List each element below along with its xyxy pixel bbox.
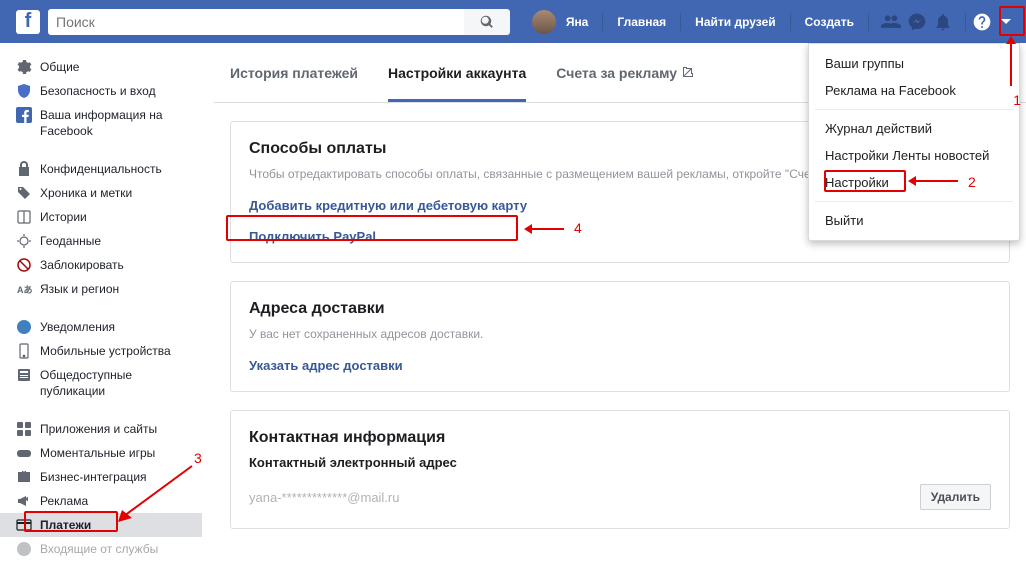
shipping-card: Адреса доставки У вас нет сохраненных ад…	[230, 281, 1010, 392]
shipping-subtitle: У вас нет сохраненных адресов доставки.	[249, 326, 991, 342]
tag-icon	[16, 185, 32, 201]
dd-logout[interactable]: Выйти	[809, 207, 1019, 234]
account-dropdown: Ваши группы Реклама на Facebook Журнал д…	[808, 43, 1020, 241]
tab-ad-invoices[interactable]: Счета за рекламу	[556, 47, 695, 102]
support-icon	[16, 541, 32, 557]
search-icon	[480, 15, 494, 29]
sidebar-security[interactable]: Безопасность и вход	[0, 79, 202, 103]
block-icon	[16, 257, 32, 273]
tab-account-settings[interactable]: Настройки аккаунта	[388, 47, 526, 102]
delete-email-button[interactable]: Удалить	[920, 484, 991, 510]
shield-icon	[16, 83, 32, 99]
sidebar-apps[interactable]: Приложения и сайты	[0, 417, 202, 441]
profile-link[interactable]: Яна	[562, 0, 599, 43]
sidebar-mobile[interactable]: Мобильные устройства	[0, 339, 202, 363]
friends-icon[interactable]	[879, 10, 903, 34]
shipping-title: Адреса доставки	[249, 300, 991, 318]
sidebar-public-posts[interactable]: Общедоступные публикации	[0, 363, 202, 403]
messenger-icon[interactable]	[905, 10, 929, 34]
dd-newsfeed-prefs[interactable]: Настройки Ленты новостей	[809, 142, 1019, 169]
add-address-link[interactable]: Указать адрес доставки	[249, 358, 991, 373]
dd-settings[interactable]: Настройки	[809, 169, 1019, 196]
dd-fb-ads[interactable]: Реклама на Facebook	[809, 77, 1019, 104]
gear-icon	[16, 59, 32, 75]
sidebar-blocking[interactable]: Заблокировать	[0, 253, 202, 277]
sidebar-notifications[interactable]: Уведомления	[0, 315, 202, 339]
help-icon[interactable]	[970, 10, 994, 34]
sidebar-ads[interactable]: Реклама	[0, 489, 202, 513]
search-button[interactable]	[464, 9, 510, 35]
sidebar-privacy[interactable]: Конфиденциальность	[0, 157, 202, 181]
notifications-icon[interactable]	[931, 10, 955, 34]
language-icon: Aあ	[16, 281, 32, 297]
sidebar-stories[interactable]: Истории	[0, 205, 202, 229]
sidebar-location[interactable]: Геоданные	[0, 229, 202, 253]
lock-icon	[16, 161, 32, 177]
feed-icon	[16, 367, 32, 383]
facebook-logo[interactable]: f	[16, 10, 40, 34]
svg-text:Aあ: Aあ	[17, 285, 32, 295]
external-link-icon	[683, 67, 695, 79]
book-icon	[16, 209, 32, 225]
contact-label: Контактный электронный адрес	[249, 455, 991, 470]
sidebar-timeline[interactable]: Хроника и метки	[0, 181, 202, 205]
sidebar-your-info[interactable]: Ваша информация на Facebook	[0, 103, 202, 143]
sidebar-instant-games[interactable]: Моментальные игры	[0, 441, 202, 465]
account-dropdown-button[interactable]	[994, 10, 1018, 34]
globe-icon	[16, 319, 32, 335]
search-input[interactable]	[48, 9, 464, 35]
avatar[interactable]	[532, 10, 556, 34]
sidebar: Общие Безопасность и вход Ваша информаци…	[0, 43, 206, 573]
dd-activity-log[interactable]: Журнал действий	[809, 115, 1019, 142]
sidebar-language[interactable]: AあЯзык и регион	[0, 277, 202, 301]
contact-email: yana-*************@mail.ru	[249, 490, 400, 505]
gamepad-icon	[16, 445, 32, 461]
megaphone-icon	[16, 493, 32, 509]
header: f Яна Главная Найти друзей Создать	[0, 0, 1026, 43]
header-right: Яна Главная Найти друзей Создать	[532, 0, 1026, 43]
contact-title: Контактная информация	[249, 429, 991, 447]
dd-your-groups[interactable]: Ваши группы	[809, 50, 1019, 77]
briefcase-icon	[16, 469, 32, 485]
sidebar-payments[interactable]: Платежи	[0, 513, 202, 537]
nav-find-friends[interactable]: Найти друзей	[685, 0, 785, 43]
card-icon	[16, 517, 32, 533]
nav-home[interactable]: Главная	[607, 0, 676, 43]
sidebar-general[interactable]: Общие	[0, 55, 202, 79]
apps-icon	[16, 421, 32, 437]
facebook-square-icon	[16, 107, 32, 123]
tab-history[interactable]: История платежей	[230, 47, 358, 102]
search-wrap	[48, 9, 510, 35]
mobile-icon	[16, 343, 32, 359]
sidebar-support[interactable]: Входящие от службы	[0, 537, 202, 561]
location-icon	[16, 233, 32, 249]
contact-card: Контактная информация Контактный электро…	[230, 410, 1010, 529]
sidebar-business[interactable]: Бизнес-интеграция	[0, 465, 202, 489]
nav-create[interactable]: Создать	[795, 0, 864, 43]
